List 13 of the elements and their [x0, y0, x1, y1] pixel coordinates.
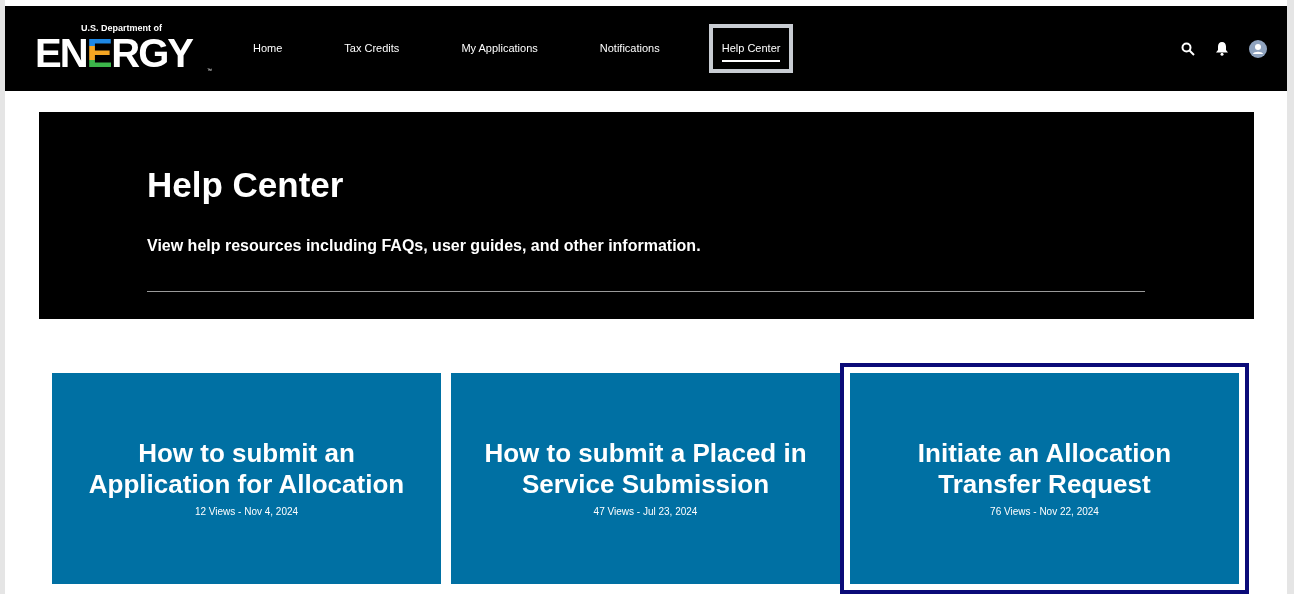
page-title: Help Center [147, 167, 345, 203]
article-card[interactable]: How to submit a Placed in Service Submission 47 Views - Jul 23, 2024 [451, 373, 840, 584]
bell-icon[interactable] [1215, 41, 1229, 57]
search-icon[interactable] [1181, 41, 1195, 56]
nav-link[interactable]: My Applications [448, 24, 551, 73]
article-card[interactable]: How to submit an Application for Allocation 12 Views - Nov 4, 2024 [52, 373, 441, 584]
nav-link[interactable]: Tax Credits [331, 24, 413, 73]
article-card[interactable]: Initiate an Allocation Transfer Request 76 Views - Nov 22, 2024 [840, 363, 1249, 594]
avatar-icon[interactable] [1249, 39, 1267, 58]
nav-link[interactable]: Notifications [586, 24, 673, 73]
nav-link[interactable]: Home [240, 24, 296, 73]
nav-link[interactable]: Help Center [708, 24, 794, 73]
page-subtitle: View help resources including FAQs, user guides, and other information. [147, 236, 702, 257]
